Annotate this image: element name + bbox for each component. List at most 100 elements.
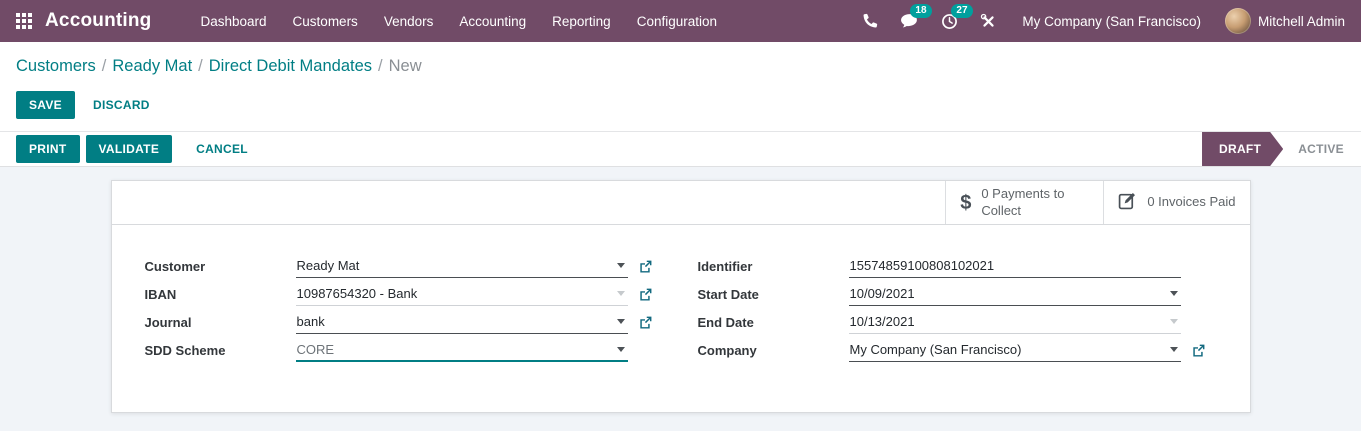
phone-icon-glyph [863,13,878,27]
user-name: Mitchell Admin [1257,13,1345,29]
end-date-input[interactable]: 10/13/2021 [848,312,1181,334]
apps-grid-icon[interactable] [16,13,32,29]
start-date-dropdown-caret-icon[interactable] [1169,290,1178,296]
menu-dashboard[interactable]: Dashboard [188,2,280,41]
breadcrumb-ready-mat[interactable]: Ready Mat [112,57,192,75]
wrench-screwdriver-icon [981,13,995,27]
journal-input[interactable]: bank [295,312,628,334]
customer-value[interactable]: Ready Mat [297,258,360,273]
iban-dropdown-caret-icon[interactable] [616,290,625,296]
stat-button-box: $ 0 Payments to Collect 0 Invoices Paid [111,181,1250,225]
print-button[interactable]: PRINT [16,135,80,163]
state-active[interactable]: ACTIVE [1283,132,1361,166]
field-row-customer: Customer Ready Mat [144,256,652,278]
topbar: Accounting Dashboard Customers Vendors A… [0,0,1361,42]
messages-icon[interactable]: 18 [889,0,932,42]
breadcrumb-separator: / [198,57,203,75]
end-date-dropdown-caret-icon[interactable] [1169,318,1178,324]
breadcrumb-customers[interactable]: Customers [16,57,96,75]
menu-accounting[interactable]: Accounting [446,2,539,41]
form-right-column: Identifier 15574859100808102021 Start Da… [698,256,1205,368]
customer-external-link-icon[interactable] [628,260,652,274]
breadcrumb-current: New [388,57,422,75]
save-button[interactable]: SAVE [16,91,75,119]
journal-dropdown-caret-icon[interactable] [616,318,625,324]
field-row-end-date: End Date 10/13/2021 [697,312,1205,334]
field-row-identifier: Identifier 15574859100808102021 [697,256,1205,278]
end-date-value[interactable]: 10/13/2021 [850,314,915,329]
company-label: Company [697,343,757,358]
menu-customers[interactable]: Customers [280,2,371,41]
statusbar-buttons: PRINT VALIDATE CANCEL [16,132,252,166]
start-date-label: Start Date [697,287,759,302]
systray: 18 27 My Company (San Francisco) Mitchel… [850,0,1345,42]
sdd-scheme-dropdown-caret-icon[interactable] [616,346,625,352]
customer-label: Customer [144,259,206,274]
field-row-journal: Journal bank [145,312,652,334]
invoices-paid-button[interactable]: 0 Invoices Paid [1103,181,1250,224]
breadcrumb-separator: / [378,57,383,75]
menu-vendors[interactable]: Vendors [371,2,447,41]
field-row-iban: IBAN 10987654320 - Bank [144,284,652,306]
state-widget: DRAFT ACTIVE [1202,132,1361,166]
invoices-paid-count: 0 [1147,194,1155,210]
customer-input[interactable]: Ready Mat [295,256,628,278]
sdd-scheme-value[interactable]: CORE [297,342,335,357]
validate-button[interactable]: VALIDATE [85,135,173,163]
dollar-icon: $ [960,191,972,214]
invoices-paid-text: 0 Invoices Paid [1147,194,1235,210]
payments-to-collect-text: 0 Payments to Collect [981,186,1089,219]
user-avatar [1224,8,1251,34]
start-date-input[interactable]: 10/09/2021 [848,284,1181,306]
statusbar: PRINT VALIDATE CANCEL DRAFT ACTIVE [0,131,1361,167]
company-dropdown-caret-icon[interactable] [1169,346,1178,352]
company-external-link-icon[interactable] [1181,344,1205,358]
invoices-paid-label: Invoices Paid [1158,194,1236,210]
cancel-button[interactable]: CANCEL [192,135,252,163]
main-menu: Dashboard Customers Vendors Accounting R… [188,2,731,41]
content-area: $ 0 Payments to Collect 0 Invoices Paid … [0,167,1361,431]
state-draft[interactable]: DRAFT [1202,132,1283,166]
breadcrumb-direct-debit-mandates[interactable]: Direct Debit Mandates [209,57,372,75]
identifier-value[interactable]: 15574859100808102021 [850,258,995,273]
phone-icon[interactable] [850,0,889,42]
payments-to-collect-button[interactable]: $ 0 Payments to Collect [945,181,1104,224]
support-tools-icon[interactable] [969,0,1008,42]
start-date-value[interactable]: 10/09/2021 [850,286,915,301]
messages-badge: 18 [910,4,932,18]
payments-to-collect-label: Payments to Collect [981,186,1065,218]
mandate-form: Customer Ready Mat IBAN 10987654320 - Ba… [112,225,1250,412]
breadcrumb: Customers / Ready Mat / Direct Debit Mandate… [16,54,1345,78]
activities-icon[interactable]: 27 [930,0,973,42]
iban-external-link-icon[interactable] [628,288,652,302]
identifier-input[interactable]: 15574859100808102021 [848,256,1181,278]
breadcrumb-separator: / [101,57,107,75]
journal-value[interactable]: bank [297,314,325,329]
field-row-start-date: Start Date 10/09/2021 [697,284,1205,306]
field-row-company: Company My Company (San Francisco) [697,340,1205,362]
edit-pencil-icon [1118,191,1137,214]
form-sheet: $ 0 Payments to Collect 0 Invoices Paid … [110,180,1251,413]
company-input[interactable]: My Company (San Francisco) [848,340,1181,362]
action-row: SAVE DISCARD [16,91,1345,119]
discard-button[interactable]: DISCARD [89,91,154,119]
company-value[interactable]: My Company (San Francisco) [850,342,1022,357]
company-switcher[interactable]: My Company (San Francisco) [1008,14,1215,29]
identifier-label: Identifier [697,259,753,274]
iban-input[interactable]: 10987654320 - Bank [295,284,628,306]
field-row-sdd-scheme: SDD Scheme CORE [144,340,652,362]
iban-value[interactable]: 10987654320 - Bank [297,286,418,301]
iban-label: IBAN [144,287,177,302]
menu-configuration[interactable]: Configuration [624,2,730,41]
end-date-label: End Date [697,315,754,330]
app-title[interactable]: Accounting [45,10,152,32]
form-left-column: Customer Ready Mat IBAN 10987654320 - Ba… [145,256,652,368]
user-menu[interactable]: Mitchell Admin [1215,8,1345,34]
journal-external-link-icon[interactable] [628,316,652,330]
payments-to-collect-count: 0 [981,186,989,202]
sdd-scheme-select[interactable]: CORE [295,340,628,362]
sdd-scheme-label: SDD Scheme [144,343,226,358]
menu-reporting[interactable]: Reporting [539,2,624,41]
customer-dropdown-caret-icon[interactable] [616,262,625,268]
control-panel: Customers / Ready Mat / Direct Debit Mandate… [0,42,1361,131]
